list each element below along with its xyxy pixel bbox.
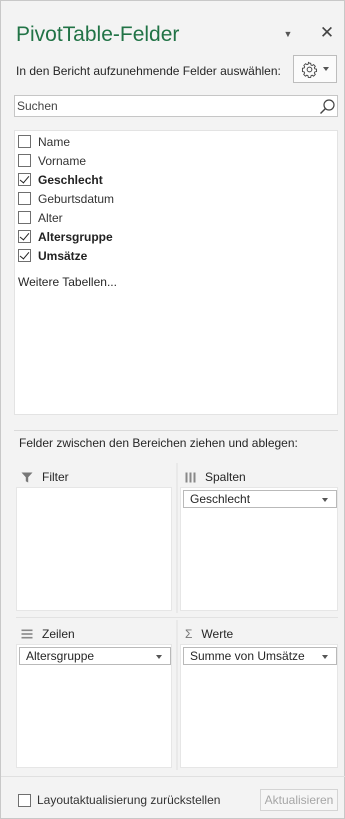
filter-area-header: Filter bbox=[21, 470, 69, 484]
field-item-umsaetze[interactable]: Umsätze bbox=[18, 247, 87, 264]
sigma-icon: Σ bbox=[185, 627, 193, 641]
search-icon[interactable] bbox=[319, 98, 336, 118]
tools-settings-button[interactable] bbox=[293, 55, 337, 83]
field-item-name[interactable]: Name bbox=[18, 133, 70, 150]
pill-label: Summe von Umsätze bbox=[190, 649, 305, 663]
values-field-pill[interactable]: Summe von Umsätze bbox=[183, 647, 337, 665]
filter-drop-zone[interactable] bbox=[16, 487, 172, 611]
pivot-field-list-pane: PivotTable-Felder ▼ ✕ In den Bericht auf… bbox=[0, 0, 345, 819]
more-tables-link[interactable]: Weitere Tabellen... bbox=[18, 275, 117, 289]
choose-fields-label: In den Bericht aufzunehmende Felder ausw… bbox=[16, 64, 281, 78]
chevron-down-icon[interactable] bbox=[322, 655, 328, 659]
chevron-down-icon[interactable] bbox=[322, 498, 328, 502]
defer-layout-label: Layoutaktualisierung zurückstellen bbox=[37, 793, 221, 807]
field-label: Umsätze bbox=[38, 248, 88, 263]
chevron-down-icon[interactable] bbox=[156, 655, 162, 659]
footer-divider bbox=[1, 776, 345, 777]
field-label: Geschlecht bbox=[38, 172, 103, 187]
columns-area-label: Spalten bbox=[205, 470, 246, 484]
defer-layout-update[interactable]: Layoutaktualisierung zurückstellen bbox=[18, 793, 220, 807]
field-checkbox[interactable] bbox=[18, 249, 31, 262]
field-list: Name Vorname Geschlecht Geburtsdatum Alt… bbox=[14, 130, 338, 415]
values-area-label: Werte bbox=[201, 627, 234, 641]
rows-area-header: Zeilen bbox=[21, 627, 75, 641]
field-item-geschlecht[interactable]: Geschlecht bbox=[18, 171, 103, 188]
defer-layout-checkbox[interactable] bbox=[18, 793, 31, 807]
drag-fields-label: Felder zwischen den Bereichen ziehen und… bbox=[19, 436, 298, 450]
rows-drop-zone[interactable]: Altersgruppe bbox=[16, 644, 172, 768]
pill-label: Geschlecht bbox=[190, 492, 251, 506]
filter-area-label: Filter bbox=[42, 470, 69, 484]
filter-funnel-icon bbox=[21, 472, 33, 483]
close-button[interactable]: ✕ bbox=[318, 23, 336, 43]
section-divider[interactable] bbox=[14, 430, 338, 431]
rows-icon bbox=[21, 629, 33, 639]
field-item-altersgruppe[interactable]: Altersgruppe bbox=[18, 228, 113, 245]
area-separator bbox=[176, 620, 178, 770]
values-drop-zone[interactable]: Summe von Umsätze bbox=[180, 644, 338, 768]
search-box[interactable] bbox=[14, 95, 338, 117]
pane-title: PivotTable-Felder bbox=[16, 23, 180, 46]
search-input[interactable] bbox=[17, 98, 313, 114]
pill-label: Altersgruppe bbox=[26, 649, 95, 663]
columns-drop-zone[interactable]: Geschlecht bbox=[180, 487, 338, 611]
area-separator bbox=[176, 463, 178, 613]
chevron-down-icon bbox=[323, 67, 329, 71]
rows-field-pill[interactable]: Altersgruppe bbox=[19, 647, 171, 665]
rows-area-label: Zeilen bbox=[42, 627, 75, 641]
field-label: Alter bbox=[38, 210, 63, 225]
field-label: Geburtsdatum bbox=[38, 191, 115, 206]
field-checkbox[interactable] bbox=[18, 173, 31, 186]
field-item-alter[interactable]: Alter bbox=[18, 209, 63, 226]
field-label: Altersgruppe bbox=[38, 229, 113, 244]
field-item-geburtsdatum[interactable]: Geburtsdatum bbox=[18, 190, 114, 207]
values-area-header: Σ Werte bbox=[185, 627, 233, 641]
field-checkbox[interactable] bbox=[18, 154, 31, 167]
field-checkbox[interactable] bbox=[18, 192, 31, 205]
field-label: Name bbox=[38, 134, 71, 149]
field-checkbox[interactable] bbox=[18, 230, 31, 243]
field-checkbox[interactable] bbox=[18, 211, 31, 224]
field-checkbox[interactable] bbox=[18, 135, 31, 148]
task-pane-options-dropdown[interactable]: ▼ bbox=[281, 27, 295, 41]
update-button[interactable]: Aktualisieren bbox=[260, 789, 338, 811]
area-row-divider bbox=[16, 617, 338, 618]
field-item-vorname[interactable]: Vorname bbox=[18, 152, 86, 169]
field-label: Vorname bbox=[38, 153, 87, 168]
columns-icon bbox=[185, 472, 196, 483]
columns-field-pill[interactable]: Geschlecht bbox=[183, 490, 337, 508]
gear-icon bbox=[301, 61, 318, 78]
columns-area-header: Spalten bbox=[185, 470, 246, 484]
